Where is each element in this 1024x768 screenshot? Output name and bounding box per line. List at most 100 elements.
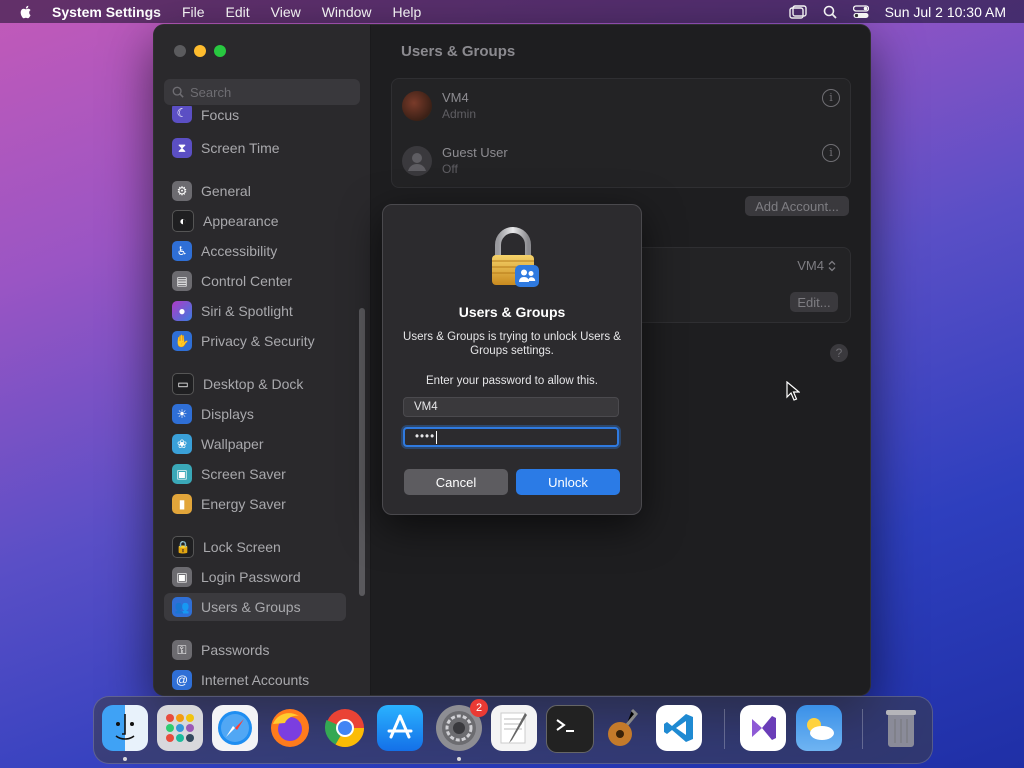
sidebar-item-login-password[interactable]: ▣ Login Password (164, 563, 346, 591)
sidebar-item-desktop-dock[interactable]: ▭ Desktop & Dock (164, 370, 346, 398)
sidebar-item-screen-time[interactable]: ⧗ Screen Time (164, 134, 346, 162)
user-row-vm4[interactable]: VM4 Admin i (392, 79, 850, 133)
auto-login-select[interactable]: VM4 (797, 258, 836, 273)
control-center-icon: ▤ (172, 271, 192, 291)
sidebar-item-label: Focus (201, 107, 240, 123)
sun-icon: ☀ (172, 404, 192, 424)
menu-bar: System Settings File Edit View Window He… (0, 0, 1024, 23)
menu-window[interactable]: Window (322, 4, 372, 20)
dock-separator (724, 709, 725, 749)
help-button[interactable]: ? (830, 344, 848, 362)
safari-icon[interactable] (212, 705, 258, 751)
menu-clock[interactable]: Sun Jul 2 10:30 AM (885, 4, 1006, 20)
sidebar-item-users-groups[interactable]: 👥 Users & Groups (164, 593, 346, 621)
sidebar-item-lock-screen[interactable]: 🔒 Lock Screen (164, 533, 346, 561)
sidebar-item-label: Desktop & Dock (203, 376, 304, 392)
sidebar-item-appearance[interactable]: ◐ Appearance (164, 207, 346, 235)
user-row-guest[interactable]: Guest User Off i (392, 134, 850, 188)
zoom-button[interactable] (214, 45, 226, 57)
running-indicator (457, 757, 461, 761)
sidebar-item-label: Screen Saver (201, 466, 286, 482)
weather-icon[interactable] (796, 705, 842, 751)
close-button[interactable] (174, 45, 186, 57)
system-settings-icon[interactable]: 2 (436, 699, 488, 751)
notification-badge: 2 (470, 699, 488, 717)
hand-icon: ✋ (172, 331, 192, 351)
search-icon (172, 86, 184, 98)
terminal-icon[interactable] (546, 705, 594, 753)
sidebar: Search ☾ Focus ⧗ Screen Time ⚙ General ◐… (154, 25, 371, 695)
avatar (402, 91, 432, 121)
apple-menu-icon[interactable] (18, 4, 34, 20)
sidebar-search-input[interactable]: Search (164, 79, 360, 105)
add-account-button[interactable]: Add Account... (745, 196, 849, 216)
sidebar-item-label: Passwords (201, 642, 270, 658)
sidebar-item-energy-saver[interactable]: ▮ Energy Saver (164, 490, 346, 518)
sidebar-scrollbar[interactable] (359, 308, 365, 596)
sidebar-item-passwords[interactable]: ⚿ Passwords (164, 636, 346, 664)
sidebar-item-label: Internet Accounts (201, 672, 310, 688)
spotlight-search-icon[interactable] (823, 5, 837, 19)
text-cursor (436, 430, 438, 444)
users-icon: 👥 (172, 597, 192, 617)
sidebar-item-label: Login Password (201, 569, 301, 585)
chrome-icon[interactable] (322, 705, 368, 751)
info-icon[interactable]: i (822, 144, 840, 162)
sidebar-item-displays[interactable]: ☀ Displays (164, 400, 346, 428)
lock-screen-icon: 🔒 (172, 536, 194, 558)
menu-view[interactable]: View (271, 4, 301, 20)
screen-mirroring-icon[interactable] (788, 4, 807, 19)
lock-icon (492, 227, 539, 287)
dialog-prompt: Enter your password to allow this. (426, 375, 598, 387)
sidebar-item-general[interactable]: ⚙ General (164, 177, 346, 205)
finder-icon[interactable] (102, 705, 148, 751)
appearance-icon: ◐ (172, 210, 194, 232)
sidebar-item-siri-spotlight[interactable]: ● Siri & Spotlight (164, 297, 346, 325)
siri-icon: ● (172, 301, 192, 321)
moon-icon: ☾ (172, 106, 192, 123)
username-value: VM4 (414, 401, 438, 413)
sidebar-item-label: Control Center (201, 273, 293, 289)
unlock-button[interactable]: Unlock (516, 469, 620, 495)
menu-file[interactable]: File (182, 4, 205, 20)
menu-app-name[interactable]: System Settings (52, 4, 161, 20)
cancel-button[interactable]: Cancel (404, 469, 508, 495)
sidebar-item-accessibility[interactable]: ♿ Accessibility (164, 237, 346, 265)
sidebar-item-privacy-security[interactable]: ✋ Privacy & Security (164, 327, 346, 355)
sidebar-item-label: Appearance (203, 213, 279, 229)
hourglass-icon: ⧗ (172, 138, 192, 158)
sidebar-item-label: Siri & Spotlight (201, 303, 293, 319)
menu-help[interactable]: Help (393, 4, 422, 20)
launchpad-icon[interactable] (157, 705, 203, 751)
user-role: Off (442, 162, 458, 176)
screensaver-icon: ▣ (172, 464, 192, 484)
dialog-message: Users & Groups is trying to unlock Users… (403, 331, 621, 357)
password-field[interactable]: •••• (403, 427, 619, 447)
sidebar-item-wallpaper[interactable]: ❀ Wallpaper (164, 430, 346, 458)
chevron-updown-icon (828, 260, 836, 271)
username-field[interactable]: VM4 (403, 397, 619, 417)
sidebar-item-control-center[interactable]: ▤ Control Center (164, 267, 346, 295)
sidebar-item-focus[interactable]: ☾ Focus (164, 106, 346, 130)
visual-studio-icon[interactable] (740, 705, 786, 751)
textedit-icon[interactable] (491, 705, 537, 751)
gear-icon: ⚙ (172, 181, 192, 201)
sidebar-item-screen-saver[interactable]: ▣ Screen Saver (164, 460, 346, 488)
trash-icon[interactable] (878, 705, 924, 751)
minimize-button[interactable] (194, 45, 206, 57)
sidebar-item-label: Wallpaper (201, 436, 264, 452)
vscode-icon[interactable] (656, 705, 702, 751)
user-role: Admin (442, 107, 477, 121)
garageband-icon[interactable] (601, 705, 647, 751)
edit-button[interactable]: Edit... (790, 292, 838, 312)
firefox-icon[interactable] (267, 705, 313, 751)
battery-icon: ▮ (172, 494, 192, 514)
info-icon[interactable]: i (822, 89, 840, 107)
menu-edit[interactable]: Edit (226, 4, 250, 20)
sidebar-item-label: Accessibility (201, 243, 278, 259)
person-icon (408, 153, 426, 171)
control-center-icon[interactable] (852, 4, 869, 19)
sidebar-item-internet-accounts[interactable]: @ Internet Accounts (164, 666, 346, 694)
app-store-icon[interactable] (377, 705, 423, 751)
mouse-pointer-icon (786, 381, 800, 401)
